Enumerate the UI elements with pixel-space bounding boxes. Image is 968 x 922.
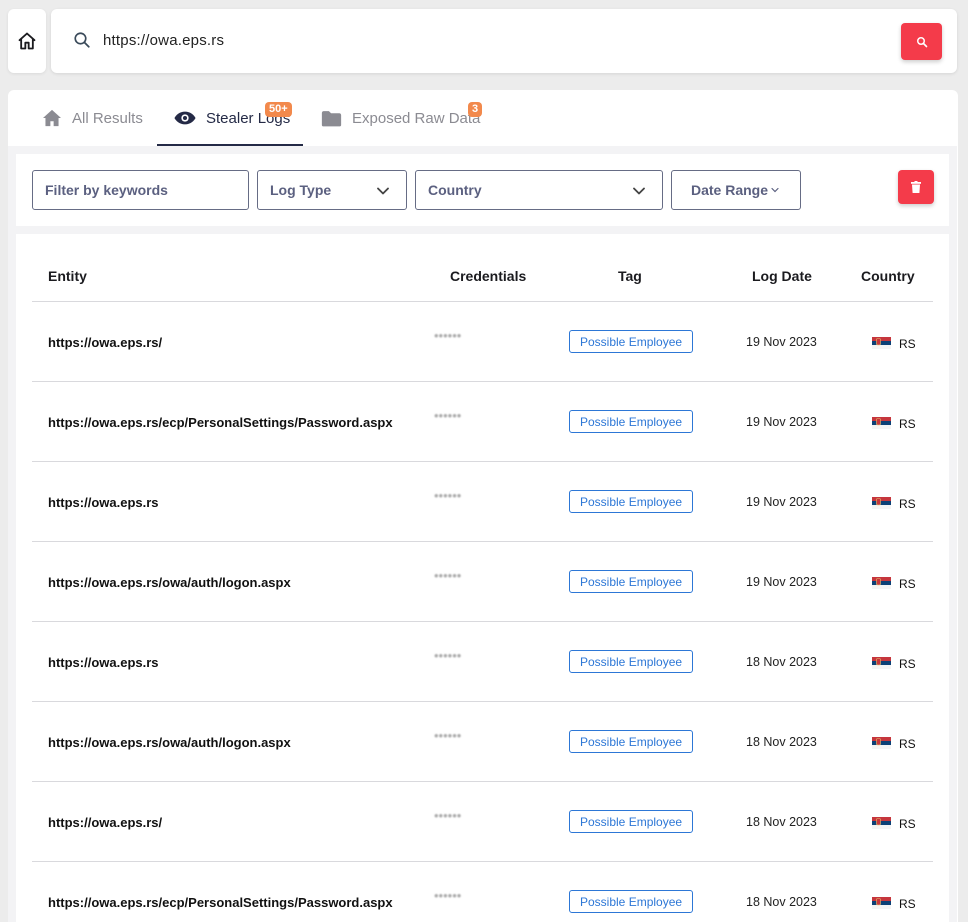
column-header-entity: Entity bbox=[48, 268, 87, 284]
column-header-country: Country bbox=[861, 268, 915, 284]
search-icon bbox=[916, 36, 927, 47]
masked-credentials[interactable]: •••••• bbox=[434, 568, 461, 583]
serbia-flag-icon bbox=[872, 497, 891, 509]
tag-badge: Possible Employee bbox=[569, 890, 694, 913]
country-code: RS bbox=[899, 737, 916, 751]
log-date: 18 Nov 2023 bbox=[746, 815, 817, 829]
clear-filters-button[interactable] bbox=[898, 170, 934, 204]
log-date: 18 Nov 2023 bbox=[746, 735, 817, 749]
serbia-flag-icon bbox=[872, 657, 891, 669]
date-range-label: Date Range bbox=[691, 182, 769, 198]
masked-credentials[interactable]: •••••• bbox=[434, 728, 461, 743]
entity-url: https://owa.eps.rs/owa/auth/logon.aspx bbox=[48, 575, 291, 590]
search-submit-button[interactable] bbox=[901, 23, 942, 60]
chevron-down-icon bbox=[633, 187, 645, 195]
country-code: RS bbox=[899, 497, 916, 511]
home-icon bbox=[43, 109, 61, 127]
entity-url: https://owa.eps.rs bbox=[48, 655, 159, 670]
log-date: 19 Nov 2023 bbox=[746, 575, 817, 589]
tab-label: All Results bbox=[72, 109, 143, 127]
results-panel: All Results Stealer Logs 50+ Exposed Raw… bbox=[8, 90, 958, 922]
exposed-raw-data-count-badge: 3 bbox=[468, 102, 483, 117]
tab-label: Exposed Raw Data bbox=[352, 109, 481, 127]
stealer-logs-count-badge: 50+ bbox=[265, 102, 292, 117]
table-row[interactable]: https://owa.eps.rs •••••• Possible Emplo… bbox=[32, 462, 933, 542]
trash-icon bbox=[911, 181, 921, 193]
serbia-flag-icon bbox=[872, 897, 891, 909]
filter-bar: Filter by keywords Log Type Country Date… bbox=[16, 154, 949, 226]
table-row[interactable]: https://owa.eps.rs/ •••••• Possible Empl… bbox=[32, 782, 933, 862]
country-code: RS bbox=[899, 657, 916, 671]
country-select[interactable]: Country bbox=[415, 170, 663, 210]
serbia-flag-icon bbox=[872, 817, 891, 829]
masked-credentials[interactable]: •••••• bbox=[434, 808, 461, 823]
chevron-down-icon bbox=[771, 187, 779, 193]
column-header-log-date: Log Date bbox=[752, 268, 812, 284]
table-row[interactable]: https://owa.eps.rs/ •••••• Possible Empl… bbox=[32, 302, 933, 382]
table-row[interactable]: https://owa.eps.rs •••••• Possible Emplo… bbox=[32, 622, 933, 702]
log-date: 19 Nov 2023 bbox=[746, 495, 817, 509]
home-icon bbox=[18, 32, 36, 50]
entity-url: https://owa.eps.rs/ecp/PersonalSettings/… bbox=[48, 415, 393, 430]
entity-url: https://owa.eps.rs/owa/auth/logon.aspx bbox=[48, 735, 291, 750]
entity-url: https://owa.eps.rs/ bbox=[48, 335, 163, 350]
search-bar[interactable]: https://owa.eps.rs bbox=[51, 9, 957, 73]
tag-badge: Possible Employee bbox=[569, 330, 694, 353]
log-type-label: Log Type bbox=[270, 182, 332, 198]
table-row[interactable]: https://owa.eps.rs/owa/auth/logon.aspx •… bbox=[32, 702, 933, 782]
country-label: Country bbox=[428, 182, 482, 198]
tag-badge: Possible Employee bbox=[569, 810, 694, 833]
country-code: RS bbox=[899, 577, 916, 591]
log-date: 18 Nov 2023 bbox=[746, 655, 817, 669]
entity-url: https://owa.eps.rs/ bbox=[48, 815, 163, 830]
tag-badge: Possible Employee bbox=[569, 570, 694, 593]
tag-badge: Possible Employee bbox=[569, 730, 694, 753]
log-type-select[interactable]: Log Type bbox=[257, 170, 407, 210]
serbia-flag-icon bbox=[872, 337, 891, 349]
masked-credentials[interactable]: •••••• bbox=[434, 888, 461, 903]
tag-badge: Possible Employee bbox=[569, 410, 694, 433]
serbia-flag-icon bbox=[872, 737, 891, 749]
log-date: 19 Nov 2023 bbox=[746, 415, 817, 429]
table-row[interactable]: https://owa.eps.rs/ecp/PersonalSettings/… bbox=[32, 862, 933, 922]
results-table: Entity Credentials Tag Log Date Country … bbox=[16, 234, 949, 922]
country-code: RS bbox=[899, 417, 916, 431]
masked-credentials[interactable]: •••••• bbox=[434, 648, 461, 663]
serbia-flag-icon bbox=[872, 577, 891, 589]
country-code: RS bbox=[899, 337, 916, 351]
log-date: 19 Nov 2023 bbox=[746, 335, 817, 349]
table-row[interactable]: https://owa.eps.rs/ecp/PersonalSettings/… bbox=[32, 382, 933, 462]
result-tabs: All Results Stealer Logs 50+ Exposed Raw… bbox=[8, 90, 958, 146]
table-row[interactable]: https://owa.eps.rs/owa/auth/logon.aspx •… bbox=[32, 542, 933, 622]
keyword-filter-input[interactable]: Filter by keywords bbox=[32, 170, 249, 210]
tag-badge: Possible Employee bbox=[569, 490, 694, 513]
column-header-tag: Tag bbox=[618, 268, 642, 284]
masked-credentials[interactable]: •••••• bbox=[434, 488, 461, 503]
serbia-flag-icon bbox=[872, 417, 891, 429]
search-icon bbox=[74, 32, 90, 48]
search-input[interactable]: https://owa.eps.rs bbox=[103, 32, 224, 49]
eye-icon bbox=[174, 111, 196, 125]
tab-stealer-logs[interactable]: Stealer Logs bbox=[174, 90, 290, 146]
tab-exposed-raw-data[interactable]: Exposed Raw Data bbox=[321, 90, 480, 146]
country-code: RS bbox=[899, 897, 916, 911]
tag-badge: Possible Employee bbox=[569, 650, 694, 673]
active-tab-indicator bbox=[157, 144, 303, 146]
tab-all-results[interactable]: All Results bbox=[42, 90, 143, 146]
country-code: RS bbox=[899, 817, 916, 831]
chevron-down-icon bbox=[377, 187, 389, 195]
column-header-credentials: Credentials bbox=[450, 268, 527, 284]
masked-credentials[interactable]: •••••• bbox=[434, 328, 461, 343]
folder-icon bbox=[321, 110, 342, 126]
home-button[interactable] bbox=[8, 9, 46, 73]
date-range-button[interactable]: Date Range bbox=[671, 170, 801, 210]
masked-credentials[interactable]: •••••• bbox=[434, 408, 461, 423]
entity-url: https://owa.eps.rs/ecp/PersonalSettings/… bbox=[48, 895, 393, 910]
entity-url: https://owa.eps.rs bbox=[48, 495, 159, 510]
log-date: 18 Nov 2023 bbox=[746, 895, 817, 909]
keyword-filter-placeholder: Filter by keywords bbox=[45, 182, 168, 198]
